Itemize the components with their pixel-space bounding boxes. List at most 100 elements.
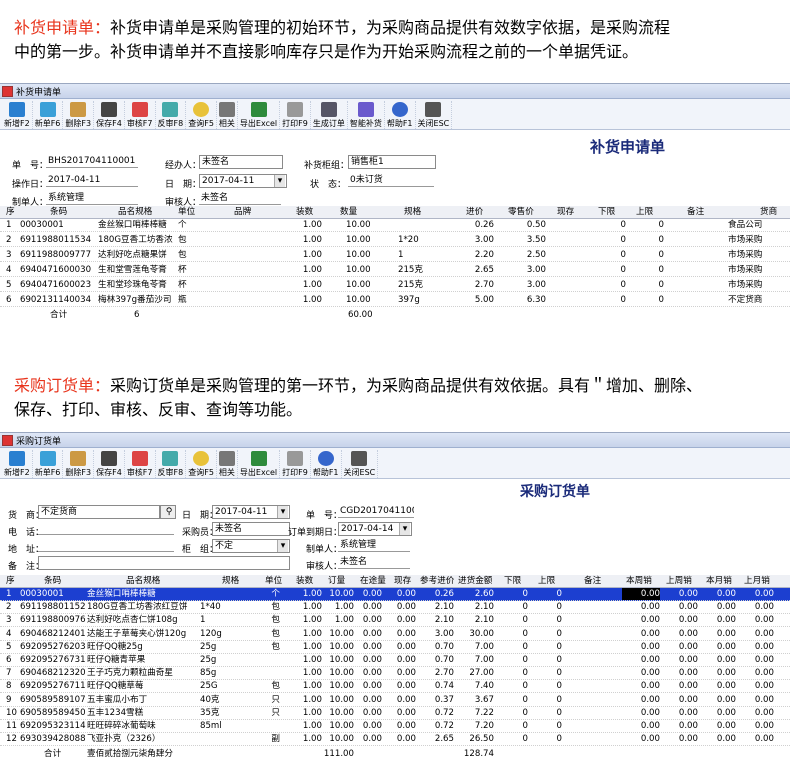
address-field[interactable] <box>38 539 174 552</box>
table-cell[interactable]: 旺仔Q糖青苹果 <box>87 654 207 666</box>
col-price[interactable]: 进价 <box>466 206 483 218</box>
table-cell[interactable]: 0.70 <box>418 641 454 653</box>
table-cell[interactable] <box>252 654 280 666</box>
table-row[interactable]: 7 6904682123207 王子巧克力颗粒曲奇星 85g 1.00 10.00 0.00… <box>0 667 790 681</box>
table-cell[interactable]: 0.00 <box>662 680 698 692</box>
table-cell[interactable] <box>566 628 622 640</box>
table-cell[interactable]: 1.00 <box>282 601 322 613</box>
col-brand[interactable]: 品牌 <box>234 206 251 218</box>
smart-replenish-button[interactable]: 智能补货 <box>348 101 385 129</box>
table-cell[interactable]: 180G豆香工坊香浓 <box>98 234 176 246</box>
table-cell[interactable]: 瓶 <box>178 294 208 306</box>
table-cell[interactable]: 达利好吃点糖果饼 <box>98 249 176 261</box>
table-cell[interactable]: 0.00 <box>662 614 698 626</box>
table-cell[interactable]: 0.00 <box>356 667 382 679</box>
table-cell[interactable] <box>252 667 280 679</box>
col-barcode[interactable]: 条码 <box>44 575 61 587</box>
table-cell[interactable]: 6911988009777 <box>20 249 98 261</box>
col-last-week-sales[interactable]: 上周销 <box>666 575 692 587</box>
table-cell[interactable] <box>566 667 622 679</box>
col-month-sales[interactable]: 本月销 <box>706 575 732 587</box>
table-cell[interactable]: 0 <box>532 641 562 653</box>
table-row[interactable]: 11 6920953231147 旺旺碎碎冰葡萄味 85ml 1.00 10.00 0.00… <box>0 720 790 733</box>
table-cell[interactable]: 杯 <box>178 279 208 291</box>
col-stock[interactable]: 现存 <box>394 575 411 587</box>
table-cell[interactable]: 6911988009760 <box>20 614 86 626</box>
table-cell[interactable]: 7.22 <box>456 707 494 719</box>
phone-field[interactable] <box>38 522 174 535</box>
table-cell[interactable] <box>210 279 280 291</box>
table-cell[interactable]: 1.00 <box>282 680 322 692</box>
table-cell[interactable]: 市场采购 <box>728 249 788 261</box>
help-button[interactable]: 帮助F1 <box>311 450 342 478</box>
new-bill-button[interactable]: 新单F6 <box>33 101 64 129</box>
table-cell[interactable]: 1.00 <box>282 219 322 231</box>
table-cell[interactable] <box>566 694 622 706</box>
table-cell[interactable]: 包 <box>252 641 280 653</box>
col-unit[interactable]: 单位 <box>178 206 195 218</box>
table-cell[interactable]: 0.00 <box>738 694 774 706</box>
col-unit[interactable]: 单位 <box>265 575 282 587</box>
col-order-qty[interactable]: 订量 <box>328 575 345 587</box>
table-cell[interactable]: 1*20 <box>398 234 448 246</box>
table-cell[interactable] <box>200 733 250 745</box>
table-cell[interactable]: 10.00 <box>324 733 354 745</box>
query-button[interactable]: 查询F5 <box>186 450 217 478</box>
supplier-field[interactable]: 不定货商 <box>38 505 160 519</box>
table-cell[interactable]: 0.00 <box>738 614 774 626</box>
table-row[interactable]: 4 6940471600030 生和堂雪莲龟苓膏杯 1.00 10.00 215克 2.65… <box>0 264 790 277</box>
table-cell[interactable]: 0.00 <box>356 680 382 692</box>
table-cell[interactable]: 0.50 <box>500 219 546 231</box>
table-cell[interactable]: 0.00 <box>622 628 660 640</box>
col-spec[interactable]: 规格 <box>222 575 239 587</box>
table-cell[interactable]: 10.00 <box>346 234 396 246</box>
table-row[interactable]: 9 6905895891075 五丰蜜瓜小布丁 40克只 1.00 10.00 0.00 0.… <box>0 694 790 707</box>
table-cell[interactable]: 10.00 <box>346 279 396 291</box>
table-cell[interactable]: 2.20 <box>448 249 494 261</box>
table-cell[interactable]: 0.00 <box>356 654 382 666</box>
table-cell[interactable] <box>550 264 580 276</box>
table-cell[interactable]: 10.00 <box>324 707 354 719</box>
table-row[interactable]: 3 6911988009777 达利好吃点糖果饼包 1.00 10.00 1 2.20 2.5… <box>0 249 790 262</box>
table-cell[interactable]: 旺仔QQ糖25g <box>87 641 207 653</box>
table-cell[interactable]: 0.00 <box>738 733 774 745</box>
table-cell[interactable]: 1.00 <box>282 234 322 246</box>
col-note[interactable]: 备注 <box>584 575 601 587</box>
table-cell[interactable]: 0 <box>588 294 626 306</box>
table-cell[interactable]: 0 <box>498 680 528 692</box>
export-excel-button[interactable]: 导出Excel <box>238 450 281 478</box>
col-seq[interactable]: 序 <box>6 206 15 218</box>
table-cell[interactable]: 3.00 <box>418 628 454 640</box>
table-cell[interactable]: 旺旺碎碎冰葡萄味 <box>87 720 207 732</box>
table-cell[interactable]: 0.00 <box>622 614 660 626</box>
table-cell[interactable]: 2.10 <box>456 601 494 613</box>
table-cell[interactable]: 0.00 <box>356 720 382 732</box>
table-cell[interactable]: 0 <box>498 641 528 653</box>
close-button[interactable]: 关闭ESC <box>342 450 379 478</box>
print-button[interactable]: 打印F9 <box>280 450 311 478</box>
table-cell[interactable]: 1 <box>200 614 250 626</box>
table-cell[interactable]: 0.00 <box>356 614 382 626</box>
table-cell[interactable]: 6.30 <box>500 294 546 306</box>
table-cell[interactable]: 食品公司 <box>728 219 788 231</box>
table-cell[interactable]: 0.00 <box>700 601 736 613</box>
table-cell[interactable]: 0.00 <box>700 694 736 706</box>
table-cell[interactable]: 2.65 <box>448 264 494 276</box>
table-cell[interactable]: 0 <box>498 601 528 613</box>
table-cell[interactable]: 达利好吃点杏仁饼108g <box>87 614 207 626</box>
cabinet-select[interactable]: 不定 <box>212 539 290 553</box>
related-button[interactable]: 相关 <box>217 450 238 478</box>
table-cell[interactable]: 0.00 <box>662 720 698 732</box>
table-cell[interactable]: 0.00 <box>622 680 660 692</box>
table-cell[interactable] <box>668 219 728 231</box>
table-cell[interactable]: 0.00 <box>738 641 774 653</box>
table-cell[interactable] <box>668 279 728 291</box>
col-week-sales[interactable]: 本周销 <box>626 575 652 587</box>
table-cell[interactable] <box>550 219 580 231</box>
table-cell[interactable]: 1.00 <box>282 641 322 653</box>
table-cell[interactable]: 0.00 <box>384 654 416 666</box>
table-cell[interactable]: 2.10 <box>418 614 454 626</box>
date-picker[interactable]: 2017-04-11 <box>199 174 287 188</box>
table-cell[interactable]: 0 <box>532 601 562 613</box>
table-cell[interactable]: 生和堂雪莲龟苓膏 <box>98 264 176 276</box>
